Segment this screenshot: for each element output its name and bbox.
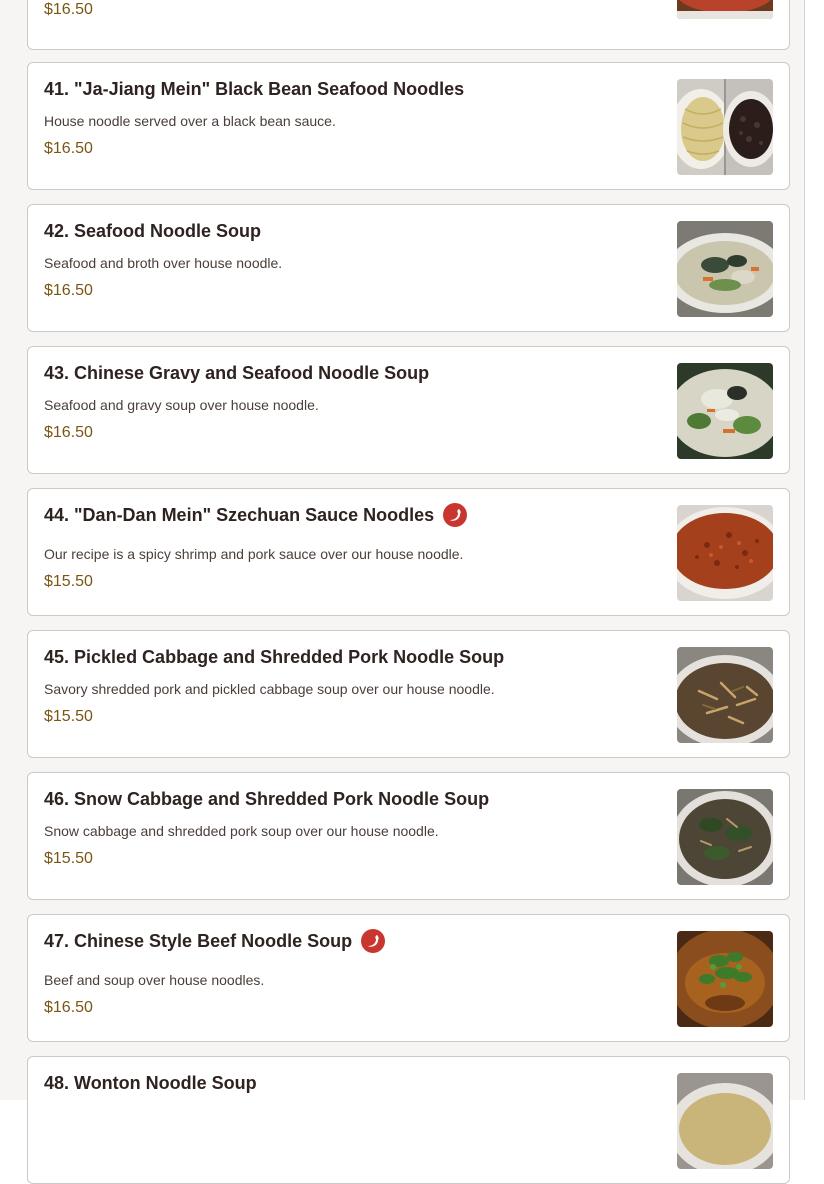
- gravy-seafood-noodle-soup-photo: [677, 363, 773, 459]
- item-price: $16.50: [44, 282, 93, 299]
- menu-item-card-43[interactable]: 43. Chinese Gravy and Seafood Noodle Sou…: [27, 346, 790, 474]
- pickled-cabbage-soup-photo: [677, 647, 773, 743]
- menu-item-card-46[interactable]: 46. Snow Cabbage and Shredded Pork Noodl…: [27, 772, 790, 900]
- wonton-noodle-soup-photo: [677, 1073, 773, 1169]
- dan-dan-mein-photo: [677, 505, 773, 601]
- snow-cabbage-soup-photo: [677, 789, 773, 885]
- menu-item-card-42[interactable]: 42. Seafood Noodle Soup Seafood and brot…: [27, 204, 790, 332]
- item-description: Beef and soup over house noodles.: [44, 972, 265, 988]
- item-title: 47. Chinese Style Beef Noodle Soup: [44, 930, 353, 951]
- menu-item-card-41[interactable]: 41. "Ja-Jiang Mein" Black Bean Seafood N…: [27, 62, 790, 190]
- menu-item-card-48[interactable]: 48. Wonton Noodle Soup: [27, 1056, 790, 1184]
- item-title: 48. Wonton Noodle Soup: [44, 1072, 257, 1093]
- item-description: Savory shredded pork and pickled cabbage…: [44, 681, 495, 697]
- item-price: $16.50: [44, 999, 93, 1016]
- menu-item-card-40[interactable]: $16.50: [27, 0, 790, 50]
- item-price: $15.50: [44, 850, 93, 867]
- item-title: 42. Seafood Noodle Soup: [44, 220, 262, 241]
- item-description: Our recipe is a spicy shrimp and pork sa…: [44, 546, 464, 562]
- item-title: 45. Pickled Cabbage and Shredded Pork No…: [44, 646, 505, 667]
- spicy-pepper-icon: [443, 503, 468, 527]
- item-title: 43. Chinese Gravy and Seafood Noodle Sou…: [44, 362, 430, 383]
- spicy-pepper-icon: [361, 929, 386, 953]
- beef-noodle-soup-photo: [677, 931, 773, 1027]
- item-price: $15.50: [44, 573, 93, 590]
- seafood-noodle-soup-photo: [677, 221, 773, 317]
- partial-dish-photo: [677, 0, 773, 19]
- item-description: Snow cabbage and shredded pork soup over…: [44, 823, 439, 839]
- item-price: $16.50: [44, 140, 93, 157]
- item-description: Seafood and gravy soup over house noodle…: [44, 397, 319, 413]
- item-description: Seafood and broth over house noodle.: [44, 255, 283, 271]
- item-description: House noodle served over a black bean sa…: [44, 113, 336, 129]
- item-title: 46. Snow Cabbage and Shredded Pork Noodl…: [44, 788, 490, 809]
- menu-item-card-45[interactable]: 45. Pickled Cabbage and Shredded Pork No…: [27, 630, 790, 758]
- item-title: 41. "Ja-Jiang Mein" Black Bean Seafood N…: [44, 78, 465, 99]
- menu-item-card-47[interactable]: 47. Chinese Style Beef Noodle Soup Beef …: [27, 914, 790, 1042]
- menu-item-card-44[interactable]: 44. "Dan-Dan Mein" Szechuan Sauce Noodle…: [27, 488, 790, 616]
- item-price: $16.50: [44, 1, 93, 18]
- item-price: $15.50: [44, 708, 93, 725]
- ja-jiang-mein-photo: [677, 79, 773, 175]
- item-title: 44. "Dan-Dan Mein" Szechuan Sauce Noodle…: [44, 504, 435, 525]
- item-price: $16.50: [44, 424, 93, 441]
